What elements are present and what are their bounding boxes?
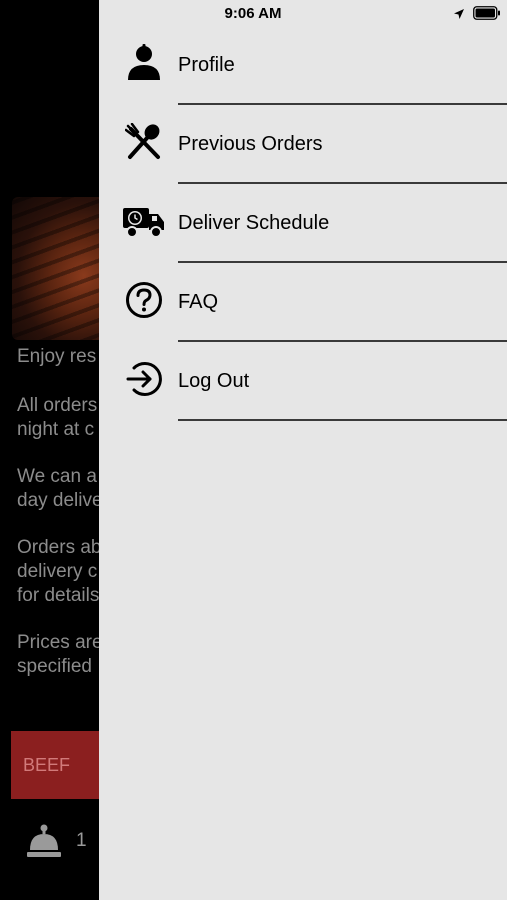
menu-item-deliver-schedule[interactable]: Deliver Schedule xyxy=(99,184,507,263)
service-bell-icon[interactable] xyxy=(26,822,62,860)
status-bar: 9:06 AM xyxy=(99,0,507,28)
menu-item-previous-orders[interactable]: Previous Orders xyxy=(99,105,507,184)
menu-item-label: Log Out xyxy=(178,370,250,392)
location-arrow-icon xyxy=(453,7,465,25)
menu-item-label: Previous Orders xyxy=(178,133,323,155)
person-icon xyxy=(123,42,165,84)
status-icons xyxy=(453,6,501,25)
question-circle-icon xyxy=(123,279,165,321)
menu-item-label: Deliver Schedule xyxy=(178,212,330,234)
menu-item-log-out[interactable]: Log Out xyxy=(99,342,507,421)
fork-spoon-icon xyxy=(123,121,165,163)
logout-icon xyxy=(123,358,165,400)
menu-item-faq[interactable]: FAQ xyxy=(99,263,507,342)
battery-icon xyxy=(473,6,501,25)
menu-item-profile[interactable]: Profile xyxy=(99,26,507,105)
divider xyxy=(178,419,507,421)
drawer-menu: Profile Previous Orders Deliver Schedule… xyxy=(99,26,507,421)
delivery-truck-icon xyxy=(123,200,165,242)
menu-item-label: FAQ xyxy=(178,291,219,313)
side-drawer: 9:06 AM Profile Previous Orders Deliver … xyxy=(99,0,507,900)
cart-count: 1 xyxy=(76,830,87,851)
menu-item-label: Profile xyxy=(178,54,235,76)
status-time: 9:06 AM xyxy=(224,5,282,22)
